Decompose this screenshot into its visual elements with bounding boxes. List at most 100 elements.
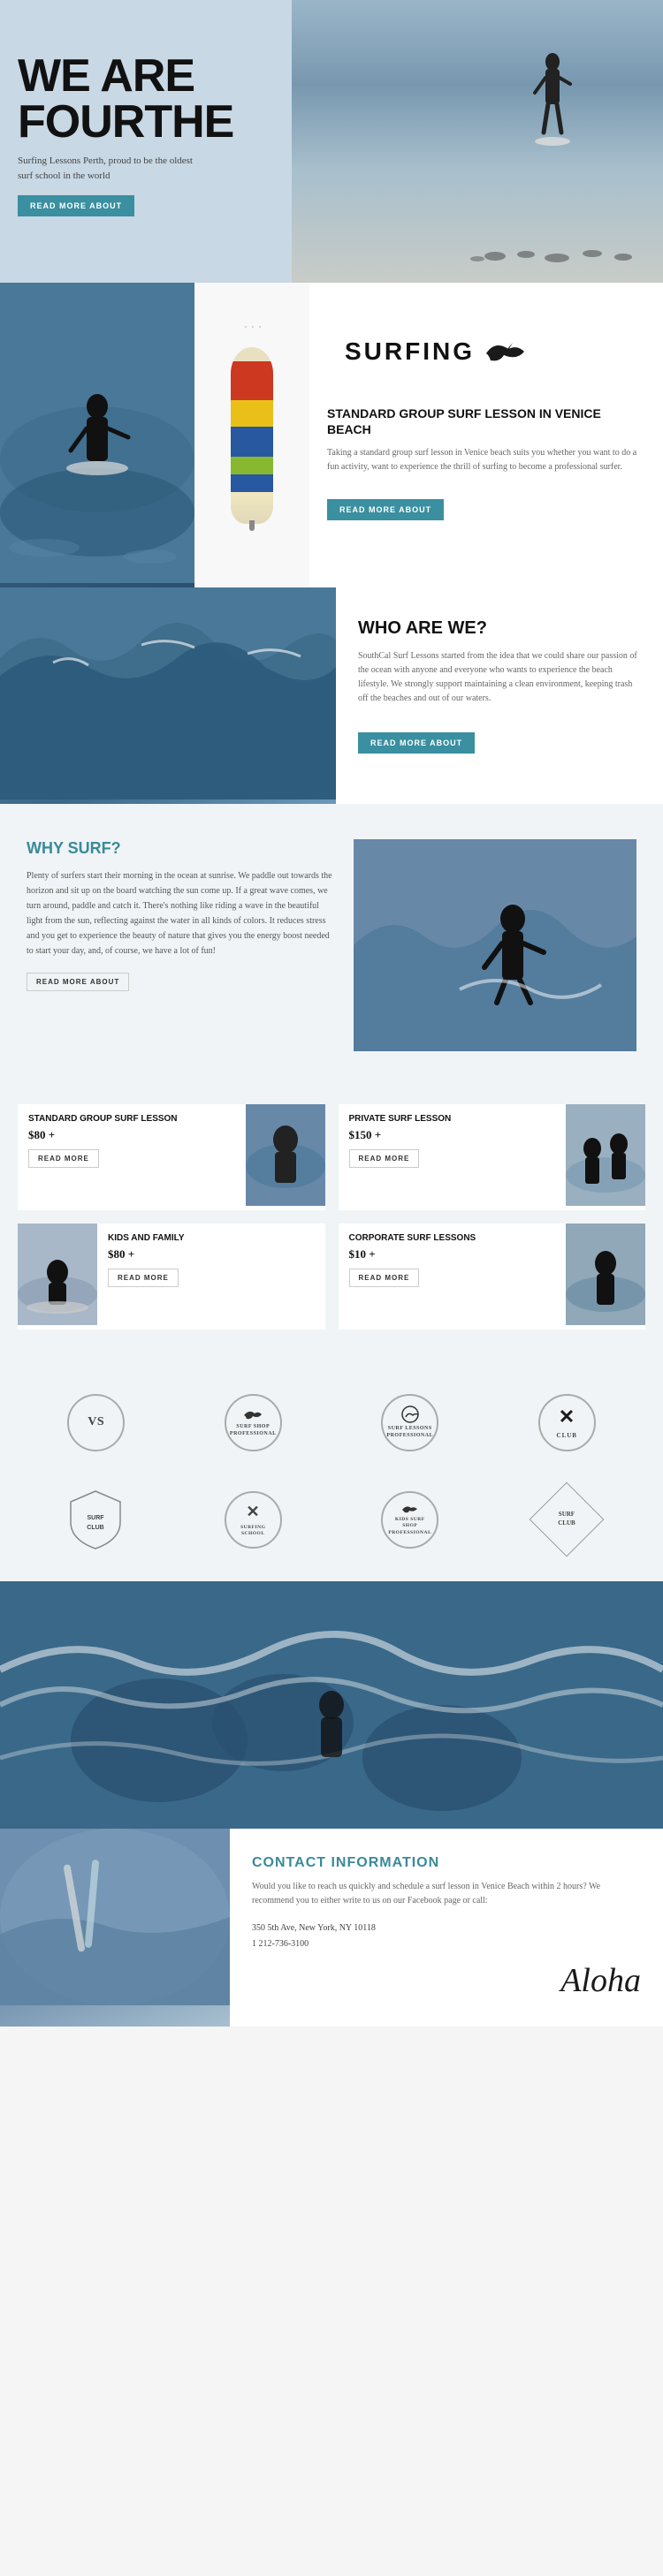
surf-lessons-label: SURF LESSONSPROFESSIONAL [386, 1405, 433, 1440]
badges-row-1: VS SURF SHOPPROFESSIONAL [18, 1387, 645, 1458]
full-wave-icon [0, 1581, 663, 1829]
why-cta-button[interactable]: READ MORE ABOUT [27, 973, 129, 991]
shark-icon [482, 336, 526, 367]
contact-photo-icon [0, 1829, 230, 2005]
hero-image [292, 0, 663, 283]
surf-circle-icon [400, 1405, 420, 1424]
svg-text:SURF: SURF [88, 1515, 105, 1521]
corporate-content: CORPORATE SURF LESSONS $10 + READ MORE [339, 1224, 567, 1330]
hero-section: WE ARE FOURTHE Surfing Lessons Perth, pr… [0, 0, 663, 283]
section2-content: SURFING STANDARD GROUP SURF LESSON IN VE… [309, 283, 663, 587]
standard-group-button[interactable]: READ MORE [28, 1149, 99, 1168]
kids-surf-label: KIDS SURFSHOPPROFESSIONAL [388, 1503, 431, 1535]
private-card: PRIVATE SURF LESSON $150 + READ MORE [339, 1104, 646, 1210]
surfboard-container: ··· [231, 292, 273, 579]
who-title: WHO ARE WE? [358, 618, 641, 639]
corporate-button[interactable]: READ MORE [349, 1269, 420, 1287]
svg-text:CLUB: CLUB [88, 1525, 104, 1531]
action-surf-icon [354, 839, 636, 1051]
lessons-section: STANDARD GROUP SURF LESSON $80 + READ MO… [0, 1087, 663, 1360]
section2-photo [0, 283, 194, 587]
surfboard-display: ··· [194, 283, 309, 587]
vs-label: VS [88, 1414, 104, 1430]
contact-subtitle: Would you like to reach us quickly and s… [252, 1880, 641, 1908]
standard-group-photo-icon [246, 1104, 325, 1206]
x-school-icon: ✕ [246, 1502, 260, 1522]
badge-vs: VS [52, 1387, 141, 1458]
x-icon: ✕ [559, 1405, 575, 1430]
surf-shop-label: SURF SHOPPROFESSIONAL [230, 1406, 277, 1438]
surfer-silhouette-icon [530, 35, 575, 150]
hero-title: WE ARE FOURTHE [18, 53, 265, 145]
private-content: PRIVATE SURF LESSON $150 + READ MORE [339, 1104, 567, 1210]
contact-content: CONTACT INFORMATION Would you like to re… [230, 1829, 663, 2027]
badges-row-2: SURF CLUB ✕ SURFINGSCHOOL KIDS SURFSHOPP… [18, 1484, 645, 1555]
private-button[interactable]: READ MORE [349, 1149, 420, 1168]
standard-group-title: STANDARD GROUP SURF LESSON [28, 1113, 235, 1125]
aloha-signature: Aloha [252, 1961, 641, 2000]
kids-price: $80 + [108, 1247, 315, 1261]
who-photo [0, 587, 336, 804]
standard-group-price: $80 + [28, 1128, 235, 1142]
lesson-title: STANDARD GROUP SURF LESSON IN VENICE BEA… [327, 405, 645, 437]
private-image [566, 1104, 645, 1210]
badge-kids-surf-shop: KIDS SURFSHOPPROFESSIONAL [366, 1484, 454, 1555]
small-shark-icon [401, 1503, 419, 1516]
hero-cta-button[interactable]: READ MORE ABOUT [18, 195, 134, 216]
surfing-logo-area: SURFING [327, 309, 645, 398]
kids-button[interactable]: READ MORE [108, 1269, 179, 1287]
contact-section: CONTACT INFORMATION Would you like to re… [0, 1829, 663, 2027]
shield-icon: SURF CLUB [67, 1489, 125, 1550]
x-club-label: ✕ CLUB [557, 1405, 577, 1440]
badge-diamond: SURFCLUB [522, 1484, 611, 1555]
wave-photo-section [0, 1581, 663, 1829]
surfing-lesson-section: ··· SURFING STANDARD GROUP SURF LESSON I… [0, 283, 663, 587]
kids-content: KIDS AND FAMILY $80 + READ MORE [97, 1224, 325, 1330]
badge-surf-lessons: SURF LESSONSPROFESSIONAL [366, 1387, 454, 1458]
corporate-image [566, 1224, 645, 1330]
surf-photo-2 [0, 283, 194, 587]
lessons-row-2: KIDS AND FAMILY $80 + READ MORE CORPORAT… [18, 1224, 645, 1330]
badge-surfing-school: ✕ SURFINGSCHOOL [209, 1484, 297, 1555]
why-description: Plenty of surfers start their morning in… [27, 868, 336, 958]
contact-phone: 1 212-736-3100 [252, 1936, 641, 1952]
hero-content: WE ARE FOURTHE Surfing Lessons Perth, pr… [18, 53, 265, 216]
corporate-title: CORPORATE SURF LESSONS [349, 1232, 556, 1244]
shark-badge-icon [242, 1406, 263, 1422]
badge-surf-shop: SURF SHOPPROFESSIONAL [209, 1387, 297, 1458]
who-content: WHO ARE WE? SouthCal Surf Lessons starte… [336, 587, 663, 804]
corporate-price: $10 + [349, 1247, 556, 1261]
surfboard-graphic [231, 347, 273, 524]
contact-title: CONTACT INFORMATION [252, 1855, 641, 1871]
why-photo [354, 839, 636, 1051]
kids-image [18, 1224, 97, 1330]
who-description: SouthCal Surf Lessons started from the i… [358, 649, 641, 706]
dots-decoration: ··· [243, 318, 264, 337]
private-title: PRIVATE SURF LESSON [349, 1113, 556, 1125]
who-cta-button[interactable]: READ MORE ABOUT [358, 732, 475, 754]
lesson-description: Taking a standard group surf lesson in V… [327, 446, 645, 474]
private-price: $150 + [349, 1128, 556, 1142]
corporate-photo-icon [566, 1224, 645, 1325]
who-section: WHO ARE WE? SouthCal Surf Lessons starte… [0, 587, 663, 804]
birds-icon [469, 230, 645, 265]
surfing-school-label: ✕ SURFINGSCHOOL [240, 1502, 265, 1537]
standard-group-content: STANDARD GROUP SURF LESSON $80 + READ MO… [18, 1104, 246, 1210]
contact-address: 350 5th Ave, New York, NY 10118 [252, 1921, 641, 1936]
lessons-row-1: STANDARD GROUP SURF LESSON $80 + READ MO… [18, 1104, 645, 1210]
badge-x-club: ✕ CLUB [522, 1387, 611, 1458]
contact-details: 350 5th Ave, New York, NY 10118 1 212-73… [252, 1921, 641, 1952]
private-photo-icon [566, 1104, 645, 1206]
badges-section: VS SURF SHOPPROFESSIONAL [0, 1360, 663, 1581]
corporate-card: CORPORATE SURF LESSONS $10 + READ MORE [339, 1224, 646, 1330]
lesson-cta-button[interactable]: READ MORE ABOUT [327, 499, 444, 520]
surfer-water-icon [0, 283, 194, 583]
why-section: WHY SURF? Plenty of surfers start their … [0, 804, 663, 1087]
wave-photo-icon [0, 587, 336, 799]
why-title: WHY SURF? [27, 839, 336, 858]
kids-title: KIDS AND FAMILY [108, 1232, 315, 1244]
kids-photo-icon [18, 1224, 97, 1325]
contact-photo [0, 1829, 230, 2027]
shark-logo: SURFING [345, 336, 628, 367]
diamond-label: SURFCLUB [559, 1511, 575, 1528]
